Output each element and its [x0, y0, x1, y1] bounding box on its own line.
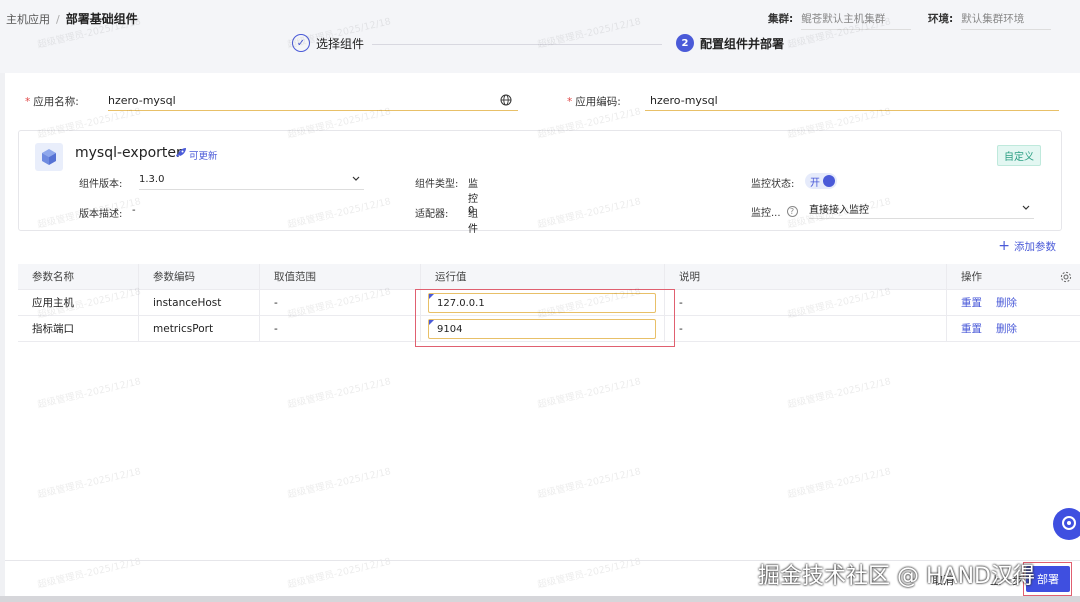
toggle-text: 开: [810, 177, 820, 189]
chevron-down-icon: [352, 174, 360, 185]
monitor-status-field: 监控状态:: [751, 175, 794, 190]
cluster-label: 集群:: [768, 13, 794, 25]
version-select[interactable]: 1.3.0: [139, 170, 364, 190]
app-code-field: * 应用编码:: [567, 96, 621, 108]
step-label: 配置组件并部署: [700, 36, 785, 51]
env-select[interactable]: 环境: 默认集群环境: [928, 11, 1052, 30]
cube-icon: [35, 143, 63, 171]
breadcrumb-parent[interactable]: 主机应用: [6, 13, 50, 26]
param-range: -: [260, 316, 421, 341]
update-tag[interactable]: 可更新: [175, 147, 218, 162]
adapter-label: 适配器:: [415, 209, 449, 220]
desc-value: -: [132, 205, 136, 216]
env-value[interactable]: 默认集群环境: [961, 11, 1052, 30]
version-value: 1.3.0: [139, 174, 165, 185]
col-header-actions: 操作: [947, 264, 1080, 289]
app-name-value: hzero-mysql: [108, 94, 176, 107]
help-icon[interactable]: ?: [786, 206, 798, 217]
brand-watermark: 掘金技术社区 @ HAND汉得: [758, 564, 1035, 589]
component-name: mysql-exporter: [75, 145, 182, 161]
app-code-value: hzero-mysql: [650, 94, 718, 107]
param-code: metricsPort: [139, 316, 260, 341]
cluster-select[interactable]: 集群: 鲲苍默认主机集群: [768, 11, 912, 30]
step-configure-deploy: 2 配置组件并部署: [676, 34, 784, 52]
version-field: 组件版本:: [79, 175, 122, 190]
rocket-icon: [175, 147, 187, 162]
custom-tag: 自定义: [997, 145, 1041, 166]
step-number: 2: [676, 34, 694, 52]
app-name-label: 应用名称:: [33, 96, 79, 108]
cluster-value[interactable]: 鲲苍默认主机集群: [801, 11, 912, 30]
plus-icon: +: [998, 238, 1010, 254]
step-select-component[interactable]: ✓ 选择组件: [292, 34, 364, 52]
col-header-desc: 说明: [665, 264, 947, 289]
globe-icon[interactable]: [500, 94, 512, 109]
chat-icon: [1061, 515, 1077, 534]
monitor-mode-select[interactable]: 直接接入监控: [809, 199, 1034, 219]
monitor-status-toggle[interactable]: 开: [805, 173, 837, 189]
app-name-input[interactable]: hzero-mysql: [108, 91, 518, 111]
app-code-label: 应用编码:: [575, 96, 621, 108]
toggle-knob: [823, 175, 835, 187]
param-desc: -: [665, 316, 947, 341]
col-header-range: 取值范围: [260, 264, 421, 289]
adapter-field: 适配器: 0: [415, 205, 474, 220]
check-icon: ✓: [292, 34, 310, 52]
top-bar: 主机应用 / 部署基础组件 集群: 鲲苍默认主机集群 环境: 默认集群环境 ✓ 选择组件…: [0, 0, 1080, 73]
step-connector: [372, 44, 662, 45]
horizontal-scrollbar[interactable]: [0, 596, 1080, 602]
component-card: mysql-exporter 可更新 自定义 组件版本: 1.3.0 版本描述:…: [18, 130, 1062, 235]
chevron-down-icon: [1022, 203, 1030, 214]
col-header-code: 参数编码: [139, 264, 260, 289]
monitor-mode-field: 监控... ?: [751, 204, 798, 219]
col-header-value: 运行值: [421, 264, 665, 289]
delete-button[interactable]: 删除: [996, 321, 1017, 336]
chat-assistant-button[interactable]: [1053, 508, 1080, 540]
table-header: 参数名称 参数编码 取值范围 运行值 说明 操作: [18, 264, 1080, 290]
type-field: 组件类型: 监控组件: [415, 175, 478, 235]
col-header-name: 参数名称: [18, 264, 139, 289]
param-name: 应用主机: [18, 290, 139, 315]
monitor-mode-value: 直接接入监控: [809, 205, 869, 216]
page-title: 部署基础组件: [65, 12, 138, 26]
monitor-status-label: 监控状态:: [751, 179, 795, 190]
reset-button[interactable]: 重置: [961, 295, 982, 310]
env-label: 环境:: [928, 13, 954, 25]
desc-label: 版本描述:: [79, 209, 123, 220]
step-label: 选择组件: [316, 36, 365, 51]
highlight-box: [415, 289, 675, 347]
reset-button[interactable]: 重置: [961, 321, 982, 336]
param-actions: 重置 删除: [947, 316, 1080, 341]
version-label: 组件版本:: [79, 179, 123, 190]
delete-button[interactable]: 删除: [996, 295, 1017, 310]
add-param-button[interactable]: + 添加参数: [998, 238, 1056, 254]
app-name-field: * 应用名称:: [25, 96, 79, 108]
app-code-input[interactable]: hzero-mysql: [645, 91, 1059, 111]
settings-icon[interactable]: [1060, 271, 1072, 286]
type-label: 组件类型:: [415, 179, 459, 190]
desc-field: 版本描述: -: [79, 205, 136, 220]
adapter-value: 0: [468, 205, 475, 216]
monitor-mode-label: 监控...: [751, 208, 781, 219]
param-code: instanceHost: [139, 290, 260, 315]
param-name: 指标端口: [18, 316, 139, 341]
param-desc: -: [665, 290, 947, 315]
breadcrumb: 主机应用 / 部署基础组件: [6, 12, 138, 26]
param-range: -: [260, 290, 421, 315]
stepper: ✓ 选择组件 2 配置组件并部署: [0, 34, 1080, 56]
param-actions: 重置 删除: [947, 290, 1080, 315]
